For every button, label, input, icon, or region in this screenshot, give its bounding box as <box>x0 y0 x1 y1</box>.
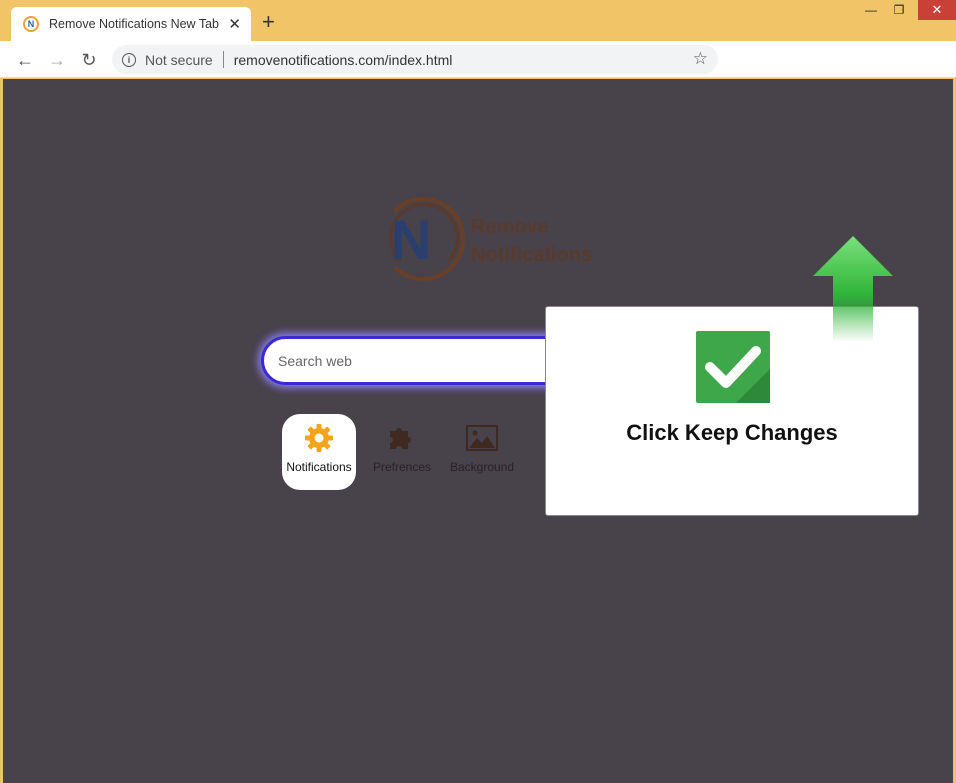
address-bar[interactable]: i Not secure removenotifications.com/ind… <box>112 45 718 74</box>
reload-button[interactable]: ↻ <box>77 48 101 72</box>
page-content: N Remove Notifications Search web Notifi… <box>3 79 953 783</box>
logo-line-2: Notifications <box>471 244 593 266</box>
shortcut-notifications[interactable]: Notifications <box>282 414 356 490</box>
back-button[interactable]: ← <box>13 48 37 72</box>
security-status[interactable]: Not secure <box>145 52 213 68</box>
url-text[interactable]: removenotifications.com/index.html <box>234 52 453 68</box>
browser-tab[interactable]: N Remove Notifications New Tab ✕ <box>11 7 251 41</box>
title-bar: N Remove Notifications New Tab ✕ + — ❐ ✕ <box>0 0 956 41</box>
logo-text: Remove Notifications <box>471 213 592 269</box>
info-icon[interactable]: i <box>122 52 136 67</box>
shortcut-background[interactable]: Background <box>445 414 519 490</box>
puzzle-icon <box>386 422 418 454</box>
checkmark-icon <box>696 331 770 403</box>
minimize-button[interactable]: — <box>856 0 886 20</box>
tab-title: Remove Notifications New Tab <box>49 17 219 31</box>
close-tab-icon[interactable]: ✕ <box>228 15 241 33</box>
browser-toolbar: ← → ↻ i Not secure removenotifications.c… <box>0 41 956 78</box>
shortcut-preferences[interactable]: Prefrences <box>365 414 439 490</box>
favicon-icon: N <box>23 16 39 32</box>
window-close-button[interactable]: ✕ <box>918 0 956 20</box>
shortcut-label: Notifications <box>286 460 352 474</box>
up-arrow-icon <box>813 236 893 342</box>
new-tab-button[interactable]: + <box>262 11 275 33</box>
omnibox-divider <box>222 51 224 68</box>
forward-button[interactable]: → <box>45 48 69 72</box>
site-logo: N Remove Notifications <box>381 197 601 287</box>
shortcut-label: Background <box>449 460 515 474</box>
logo-letter: N <box>391 208 432 271</box>
popup-message: Click Keep Changes <box>626 420 838 445</box>
gear-icon <box>303 422 335 454</box>
shortcut-label: Prefrences <box>372 460 432 474</box>
bookmark-star-icon[interactable]: ☆ <box>693 49 708 69</box>
maximize-button[interactable]: ❐ <box>884 0 914 20</box>
image-icon <box>466 422 498 454</box>
logo-line-1: Remove <box>471 216 549 238</box>
